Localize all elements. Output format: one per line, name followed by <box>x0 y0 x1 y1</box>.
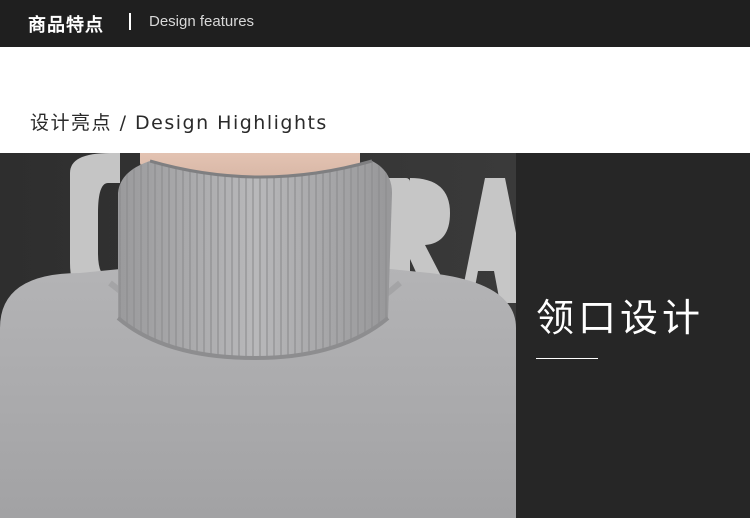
header-title-cn: 商品特点 <box>28 15 104 36</box>
header-bar: 商品特点 Design features <box>0 0 750 47</box>
header-title-en: Design features <box>149 13 255 30</box>
feature-label: 领口设计 <box>536 296 705 340</box>
section-heading: 设计亮点 / Design Highlights <box>30 108 328 135</box>
product-photo <box>0 153 516 518</box>
section-title-en: Design Highlights <box>135 112 328 134</box>
header-divider <box>129 13 131 30</box>
feature-panel: 领口设计 <box>516 153 750 518</box>
feature-underline <box>536 358 598 359</box>
section-title-cn: 设计亮点 <box>30 112 113 134</box>
section-separator: / <box>119 112 128 134</box>
turtleneck-sweater-image <box>0 153 516 518</box>
